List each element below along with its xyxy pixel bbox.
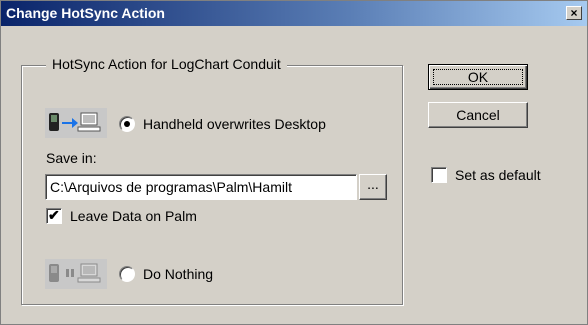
change-hotsync-dialog: Change HotSync Action × HotSync Action f… [0, 0, 588, 325]
save-in-label: Save in: [46, 150, 97, 166]
cancel-button[interactable]: Cancel [428, 102, 528, 128]
browse-button[interactable]: ... [359, 174, 387, 200]
close-icon: × [570, 6, 578, 20]
do-nothing-icon [45, 259, 107, 289]
window-title: Change HotSync Action [6, 5, 165, 21]
handheld-overwrites-icon [45, 108, 107, 138]
group-title: HotSync Action for LogChart Conduit [46, 56, 287, 72]
radio-selected-dot [124, 121, 130, 127]
ok-label: OK [467, 69, 489, 85]
do-nothing-label[interactable]: Do Nothing [143, 266, 213, 282]
set-default-label[interactable]: Set as default [455, 167, 541, 183]
leave-data-label[interactable]: Leave Data on Palm [70, 208, 197, 224]
handheld-overwrites-radio[interactable] [119, 116, 135, 132]
do-nothing-radio[interactable] [119, 266, 135, 282]
cancel-label: Cancel [456, 107, 500, 123]
handheld-overwrites-label[interactable]: Handheld overwrites Desktop [143, 116, 326, 132]
save-in-path-field[interactable]: C:\Arquivos de programas\Palm\Hamilt [45, 174, 357, 200]
ok-button[interactable]: OK [428, 64, 528, 90]
set-default-checkbox[interactable] [431, 167, 447, 183]
title-bar[interactable]: Change HotSync Action × [1, 1, 587, 26]
leave-data-checkbox[interactable]: ✔ [46, 207, 62, 224]
close-button[interactable]: × [566, 6, 582, 20]
checkmark-icon: ✔ [48, 207, 60, 223]
